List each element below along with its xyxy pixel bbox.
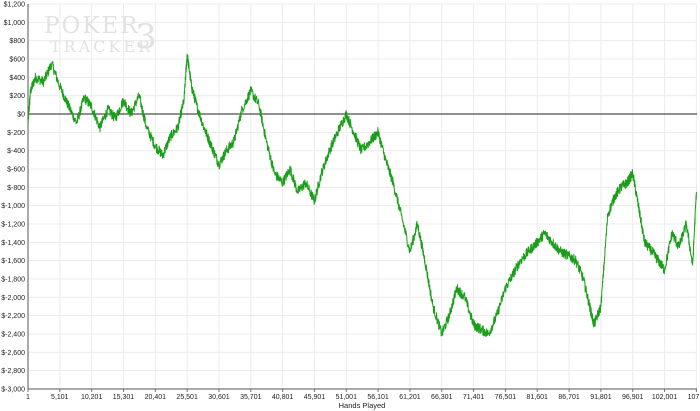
x-tick-label: 86,701 <box>558 394 580 401</box>
x-tick-label: 10,201 <box>81 394 103 401</box>
x-tick-label: 81,601 <box>527 394 549 401</box>
y-tick-label: $-200 <box>7 130 25 137</box>
x-tick-label: 51,001 <box>336 394 358 401</box>
y-tick-label: $-1,800 <box>1 277 25 284</box>
y-tick-label: $-600 <box>7 167 25 174</box>
x-tick-label: 30,601 <box>208 394 230 401</box>
y-tick-label: $800 <box>9 38 25 45</box>
line-chart: POKER TRACKER 3 $1,200 $1,000 $800 $600 $400… <box>0 0 700 411</box>
y-tick-label: $-400 <box>7 148 25 155</box>
x-tick-label: 45,901 <box>304 394 326 401</box>
y-tick-label: $-1,600 <box>1 258 25 265</box>
y-tick-label: $-800 <box>7 185 25 192</box>
watermark-line-1: POKER <box>44 13 140 39</box>
x-axis-label: Hands Played <box>339 401 386 410</box>
x-tick-label: 15,301 <box>113 394 135 401</box>
y-tick-label: $-2,000 <box>1 295 25 302</box>
y-tick-label: $1,200 <box>4 2 26 9</box>
x-tick-label: 25,501 <box>176 394 198 401</box>
y-tick-label: $0 <box>17 112 25 119</box>
y-tick-label: $400 <box>9 75 25 82</box>
x-tick-label: 102,001 <box>652 394 677 401</box>
x-tick-label: 61,201 <box>399 394 421 401</box>
x-tick-label: 56,101 <box>367 394 389 401</box>
y-tick-label: $-1,200 <box>1 222 25 229</box>
poker-tracker-watermark: POKER TRACKER 3 <box>44 13 159 57</box>
y-tick-label: $-2,400 <box>1 332 25 339</box>
x-tick-label: 76,501 <box>495 394 517 401</box>
x-tick-label: 91,801 <box>590 394 612 401</box>
y-tick-label: $600 <box>9 57 25 64</box>
y-tick-label: $-1,000 <box>1 203 25 210</box>
y-tick-label: $-3,000 <box>1 387 25 394</box>
y-tick-label: $-1,400 <box>1 240 25 247</box>
x-tick-label: 96,901 <box>622 394 644 401</box>
x-tick-label: 66,301 <box>431 394 453 401</box>
y-tick-label: $200 <box>9 93 25 100</box>
y-tick-label: $-2,800 <box>1 368 25 375</box>
y-tick-label: $-2,200 <box>1 313 25 320</box>
y-tick-label: $1,000 <box>4 20 26 27</box>
chart-root: POKER TRACKER 3 $1,200 $1,000 $800 $600 $400… <box>0 0 700 411</box>
x-tick-label: 20,401 <box>145 394 167 401</box>
x-tick-label: 40,801 <box>272 394 294 401</box>
watermark-mark: 3 <box>135 17 159 57</box>
y-tick-label: $-2,600 <box>1 350 25 357</box>
x-tick-label: 5,101 <box>51 394 69 401</box>
x-tick-label: 107,1 <box>688 394 700 401</box>
x-tick-label: 35,701 <box>240 394 262 401</box>
x-tick-label: 1 <box>26 394 30 401</box>
x-tick-label: 71,401 <box>463 394 485 401</box>
